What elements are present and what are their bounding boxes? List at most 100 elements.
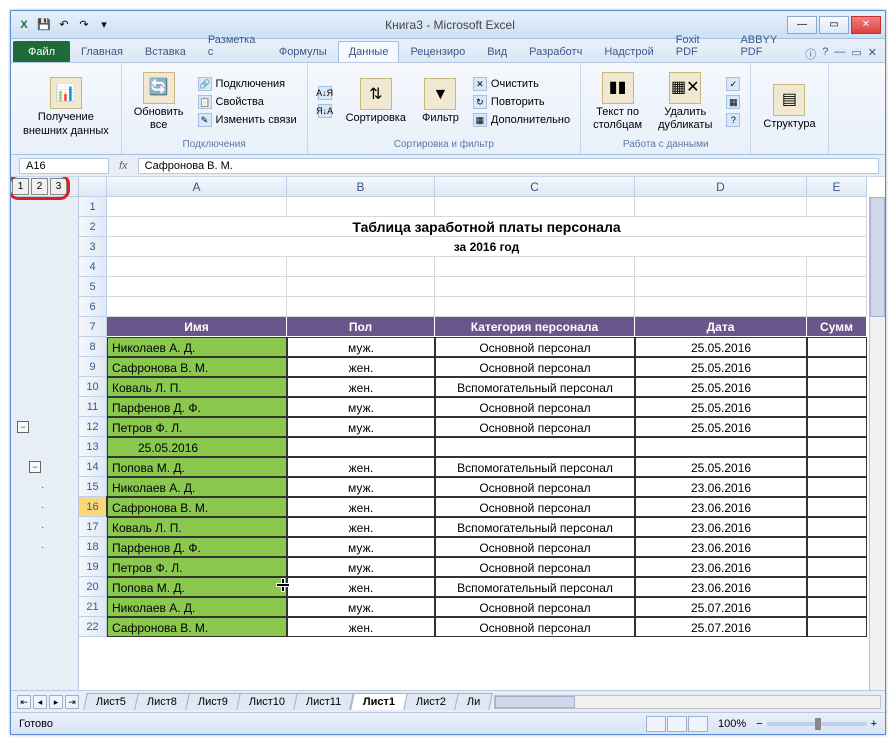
data-cell[interactable]: Основной персонал xyxy=(435,477,635,497)
data-cell[interactable]: Основной персонал xyxy=(435,597,635,617)
data-cell[interactable] xyxy=(807,337,867,357)
data-cell[interactable]: 25.05.2016 xyxy=(635,417,807,437)
tab-prev-icon[interactable]: ◂ xyxy=(33,695,47,709)
name-cell[interactable]: Николаев А. Д. xyxy=(107,337,287,357)
ribbon-tab-надстрой[interactable]: Надстрой xyxy=(593,41,664,62)
sheet-tab-Лист1[interactable]: Лист1 xyxy=(350,693,408,710)
refresh-all-button[interactable]: 🔄 Обновить все xyxy=(128,68,190,136)
sheet-tab-Лист5[interactable]: Лист5 xyxy=(83,693,139,710)
row-head[interactable]: 2 xyxy=(79,217,107,237)
name-cell[interactable]: Попова М. Д. xyxy=(107,457,287,477)
data-cell[interactable]: 25.05.2016 xyxy=(635,337,807,357)
name-cell[interactable]: 25.05.2016 xyxy=(107,437,287,457)
name-cell[interactable]: Николаев А. Д. xyxy=(107,597,287,617)
data-cell[interactable]: Вспомогательный персонал xyxy=(435,457,635,477)
row-head[interactable]: 5 xyxy=(79,277,107,297)
properties-button[interactable]: 📋Свойства xyxy=(194,94,301,110)
sheet-tab-Лист9[interactable]: Лист9 xyxy=(185,693,241,710)
data-cell[interactable]: Вспомогательный персонал xyxy=(435,377,635,397)
empty-cell[interactable] xyxy=(807,197,867,217)
row-head[interactable]: 9 xyxy=(79,357,107,377)
data-cell[interactable] xyxy=(807,377,867,397)
col-head-B[interactable]: B xyxy=(287,177,435,197)
data-cell[interactable]: жен. xyxy=(287,357,435,377)
row-head[interactable]: 20 xyxy=(79,577,107,597)
data-cell[interactable] xyxy=(807,497,867,517)
data-cell[interactable]: муж. xyxy=(287,477,435,497)
ribbon-tab-данные[interactable]: Данные xyxy=(338,41,400,62)
data-cell[interactable]: Основной персонал xyxy=(435,617,635,637)
row-head[interactable]: 13 xyxy=(79,437,107,457)
zoom-in-button[interactable]: + xyxy=(871,718,877,730)
empty-cell[interactable] xyxy=(107,197,287,217)
data-cell[interactable]: муж. xyxy=(287,337,435,357)
filter-button[interactable]: ▼ Фильтр xyxy=(416,74,465,129)
ribbon-help-icon[interactable]: ⓘ xyxy=(805,46,816,62)
row-head[interactable]: 1 xyxy=(79,197,107,217)
edit-links-button[interactable]: ✎Изменить связи xyxy=(194,112,301,128)
data-cell[interactable] xyxy=(807,557,867,577)
outline-level-2[interactable]: 2 xyxy=(31,178,48,195)
data-cell[interactable] xyxy=(807,537,867,557)
row-head[interactable]: 3 xyxy=(79,237,107,257)
whatif-button[interactable]: ? xyxy=(722,112,744,128)
row-head[interactable]: 22 xyxy=(79,617,107,637)
clear-filter-button[interactable]: ✕Очистить xyxy=(469,76,574,92)
sheet-tab-Лист8[interactable]: Лист8 xyxy=(134,693,190,710)
data-cell[interactable]: 23.06.2016 xyxy=(635,557,807,577)
data-cell[interactable]: 25.05.2016 xyxy=(635,377,807,397)
data-cell[interactable]: Основной персонал xyxy=(435,397,635,417)
row-head[interactable]: 19 xyxy=(79,557,107,577)
name-cell[interactable]: Попова М. Д. xyxy=(107,577,287,597)
empty-cell[interactable] xyxy=(635,297,807,317)
data-cell[interactable] xyxy=(807,457,867,477)
zoom-knob[interactable] xyxy=(815,718,821,730)
save-icon[interactable]: 💾 xyxy=(35,16,53,34)
ribbon-help-icon[interactable]: ✕ xyxy=(868,46,877,62)
remove-duplicates-button[interactable]: ▦✕ Удалить дубликаты xyxy=(652,68,718,136)
consolidate-button[interactable]: ▦ xyxy=(722,94,744,110)
ribbon-tab-разработч[interactable]: Разработч xyxy=(518,41,593,62)
row-head[interactable]: 8 xyxy=(79,337,107,357)
tab-first-icon[interactable]: ⇤ xyxy=(17,695,31,709)
data-cell[interactable] xyxy=(807,517,867,537)
outline-collapse-button[interactable]: − xyxy=(17,421,29,433)
data-cell[interactable]: жен. xyxy=(287,577,435,597)
data-cell[interactable]: 25.05.2016 xyxy=(635,357,807,377)
data-cell[interactable]: 23.06.2016 xyxy=(635,517,807,537)
data-cell[interactable]: муж. xyxy=(287,537,435,557)
data-validation-button[interactable]: ✓ xyxy=(722,76,744,92)
scrollbar-thumb[interactable] xyxy=(870,197,885,317)
sort-button[interactable]: ⇅ Сортировка xyxy=(340,74,412,129)
data-cell[interactable]: муж. xyxy=(287,597,435,617)
data-cell[interactable] xyxy=(807,597,867,617)
data-cell[interactable]: Вспомогательный персонал xyxy=(435,577,635,597)
data-cell[interactable]: Вспомогательный персонал xyxy=(435,517,635,537)
data-cell[interactable] xyxy=(807,577,867,597)
outline-level-3[interactable]: 3 xyxy=(50,178,67,195)
row-head[interactable]: 17 xyxy=(79,517,107,537)
ribbon-tab-формулы[interactable]: Формулы xyxy=(268,41,338,62)
ribbon-tab-abbyy pdf[interactable]: ABBYY PDF xyxy=(729,29,805,62)
empty-cell[interactable] xyxy=(287,277,435,297)
row-head[interactable]: 4 xyxy=(79,257,107,277)
col-head-D[interactable]: D xyxy=(635,177,807,197)
data-cell[interactable]: жен. xyxy=(287,517,435,537)
data-cell[interactable]: жен. xyxy=(287,497,435,517)
empty-cell[interactable] xyxy=(435,277,635,297)
data-cell[interactable]: муж. xyxy=(287,397,435,417)
data-cell[interactable]: 23.06.2016 xyxy=(635,477,807,497)
empty-cell[interactable] xyxy=(807,297,867,317)
close-button[interactable]: ✕ xyxy=(851,16,881,34)
name-cell[interactable]: Сафронова В. М. xyxy=(107,357,287,377)
col-head-C[interactable]: C xyxy=(435,177,635,197)
vertical-scrollbar[interactable] xyxy=(869,197,885,690)
data-cell[interactable]: 23.06.2016 xyxy=(635,577,807,597)
empty-cell[interactable] xyxy=(635,277,807,297)
outline-level-1[interactable]: 1 xyxy=(12,178,29,195)
zoom-out-button[interactable]: − xyxy=(756,718,762,730)
view-pagebreak-button[interactable] xyxy=(688,716,708,732)
data-cell[interactable]: 23.06.2016 xyxy=(635,537,807,557)
data-cell[interactable] xyxy=(807,617,867,637)
connections-button[interactable]: 🔗Подключения xyxy=(194,76,301,92)
